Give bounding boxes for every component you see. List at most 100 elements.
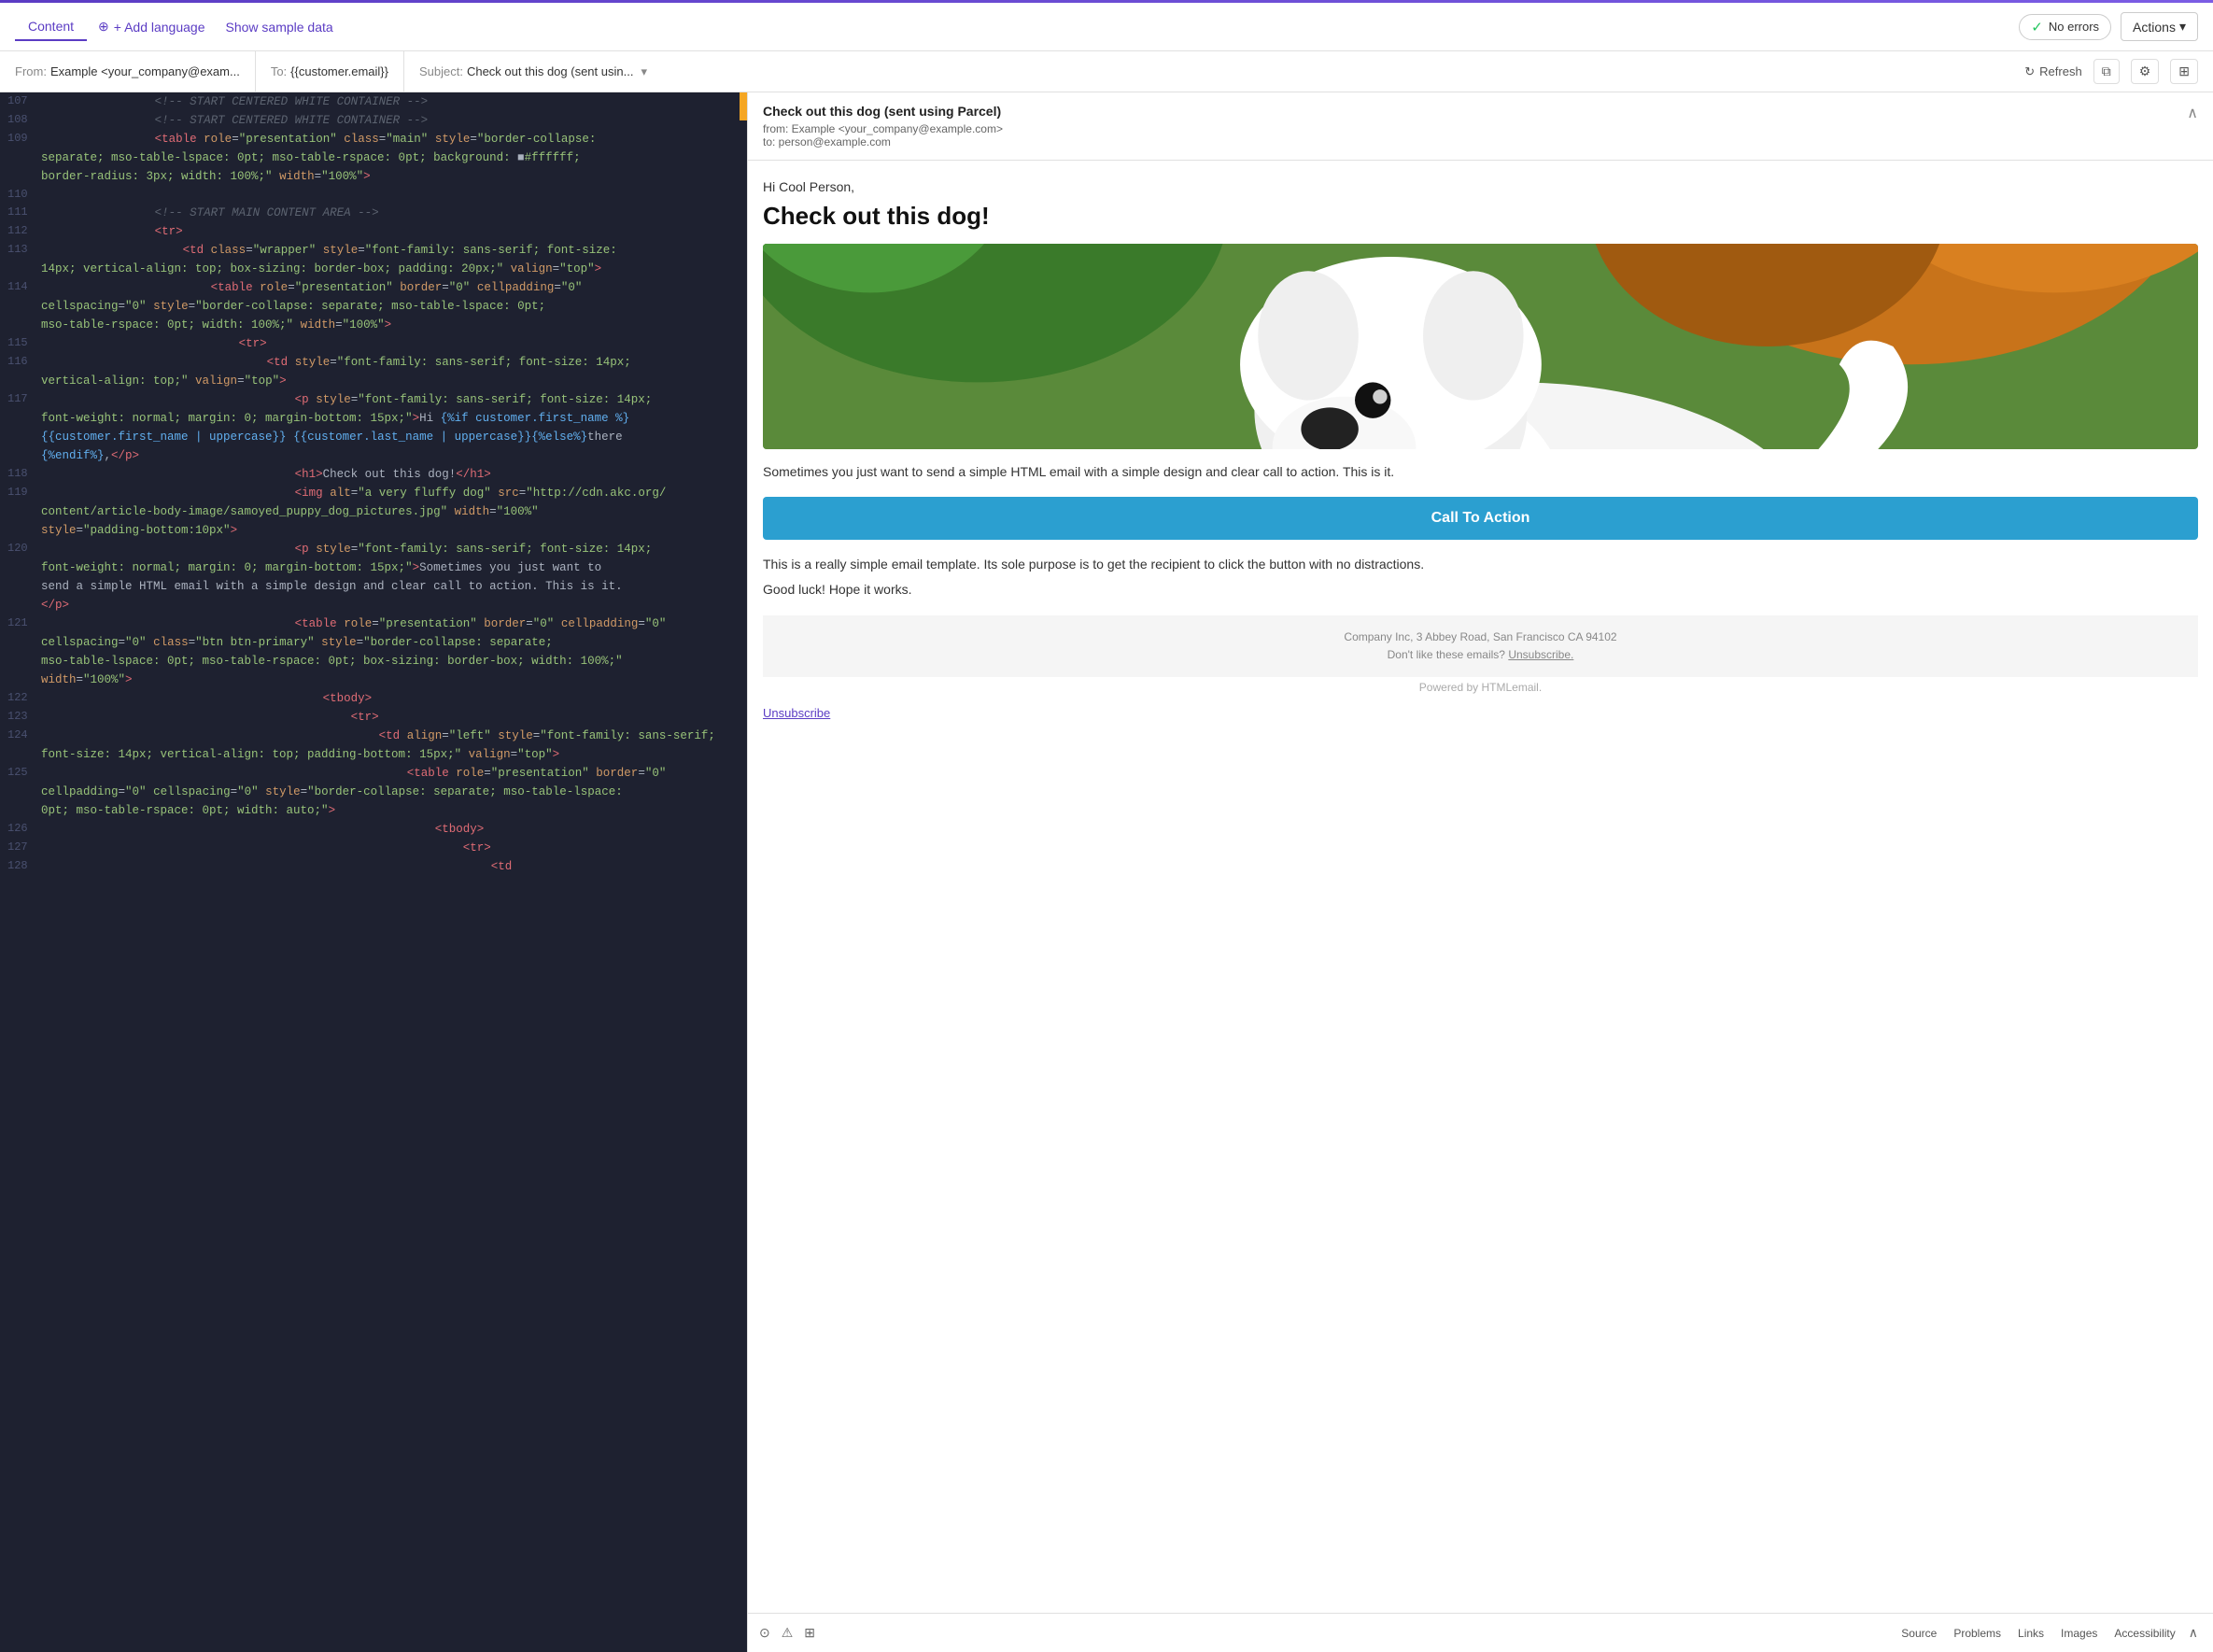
warning-icon[interactable]: ⚠ xyxy=(782,1625,794,1641)
email-meta-bar: From: Example <your_company@exam... To: … xyxy=(0,51,2213,92)
dog-image-container xyxy=(763,244,2198,449)
line-content: border-radius: 3px; width: 100%;" width=… xyxy=(41,167,740,186)
code-line: cellspacing="0" class="btn btn-primary" … xyxy=(0,633,747,652)
settings-button[interactable]: ⚙ xyxy=(2131,59,2160,84)
calendar-button[interactable]: ⊞ xyxy=(2170,59,2198,84)
line-number xyxy=(7,745,41,764)
line-content: <!-- START CENTERED WHITE CONTAINER --> xyxy=(43,92,740,111)
from-field[interactable]: From: Example <your_company@exam... xyxy=(15,51,256,92)
line-number: 123 xyxy=(7,708,43,727)
code-line: font-size: 14px; vertical-align: top; pa… xyxy=(0,745,747,764)
plus-circle-icon: ⊕ xyxy=(98,19,109,35)
line-content: mso-table-lspace: 0pt; mso-table-rspace:… xyxy=(41,652,740,671)
show-sample-data-button[interactable]: Show sample data xyxy=(217,14,343,40)
tab-content[interactable]: Content xyxy=(15,13,87,41)
preview-body: Hi Cool Person, Check out this dog! xyxy=(748,161,2213,1613)
line-content: <!-- START MAIN CONTENT AREA --> xyxy=(43,204,740,222)
email-good-luck: Good luck! Hope it works. xyxy=(763,582,2198,597)
code-line: vertical-align: top;" valign="top"> xyxy=(0,372,747,390)
line-number xyxy=(7,372,41,390)
line-number: 116 xyxy=(7,353,43,372)
line-content: <tr> xyxy=(43,708,740,727)
code-line: 0pt; mso-table-rspace: 0pt; width: auto;… xyxy=(0,801,747,820)
line-content: cellpadding="0" cellspacing="0" style="b… xyxy=(41,783,740,801)
line-number: 110 xyxy=(7,186,43,204)
line-content: content/article-body-image/samoyed_puppy… xyxy=(41,502,740,521)
preview-header: Check out this dog (sent using Parcel) f… xyxy=(748,92,2213,161)
line-content: </p> xyxy=(41,596,740,614)
powered-by: Powered by HTMLemail. xyxy=(763,681,2198,694)
to-field[interactable]: To: {{customer.email}} xyxy=(256,51,404,92)
tab-source[interactable]: Source xyxy=(1894,1621,1944,1645)
code-line: 117 <p style="font-family: sans-serif; f… xyxy=(0,390,747,409)
dog-image xyxy=(763,244,2198,449)
line-number: 121 xyxy=(7,614,43,633)
code-line: 111 <!-- START MAIN CONTENT AREA --> xyxy=(0,204,747,222)
line-content: <table role="presentation" border="0" ce… xyxy=(43,278,740,297)
unsubscribe-inline-link[interactable]: Unsubscribe. xyxy=(1508,648,1573,661)
subject-dropdown-icon[interactable]: ▾ xyxy=(641,64,647,79)
code-line: 108 <!-- START CENTERED WHITE CONTAINER … xyxy=(0,111,747,130)
preview-collapse-icon[interactable]: ∧ xyxy=(2187,104,2198,122)
code-line: 114 <table role="presentation" border="0… xyxy=(0,278,747,297)
code-line: {%endif%},</p> xyxy=(0,446,747,465)
code-line: 121 <table role="presentation" border="0… xyxy=(0,614,747,633)
dog-svg xyxy=(763,244,2198,449)
tab-links[interactable]: Links xyxy=(2010,1621,2051,1645)
refresh-button[interactable]: ↻ Refresh xyxy=(2024,64,2081,79)
add-language-button[interactable]: ⊕ + Add language xyxy=(89,13,214,40)
copy-button[interactable]: ⧉ xyxy=(2093,59,2120,84)
line-content: <tr> xyxy=(43,334,740,353)
code-line: 126 <tbody> xyxy=(0,820,747,839)
subject-field[interactable]: Subject: Check out this dog (sent usin..… xyxy=(404,51,662,92)
code-line: 115 <tr> xyxy=(0,334,747,353)
code-line: style="padding-bottom:10px"> xyxy=(0,521,747,540)
line-content: <table role="presentation" class="main" … xyxy=(43,130,740,148)
code-line: font-weight: normal; margin: 0; margin-b… xyxy=(0,558,747,577)
code-line: 124 <td align="left" style="font-family:… xyxy=(0,727,747,745)
preview-footer: ⊙ ⚠ ⊞ Source Problems Links Images Acces… xyxy=(748,1613,2213,1652)
line-number xyxy=(7,502,41,521)
code-line: mso-table-lspace: 0pt; mso-table-rspace:… xyxy=(0,652,747,671)
line-number xyxy=(7,409,41,428)
line-content: <img alt="a very fluffy dog" src="http:/… xyxy=(43,484,740,502)
line-number: 127 xyxy=(7,839,43,857)
code-line: </p> xyxy=(0,596,747,614)
line-content: style="padding-bottom:10px"> xyxy=(41,521,740,540)
grid-icon[interactable]: ⊞ xyxy=(804,1625,815,1641)
line-number xyxy=(7,577,41,596)
line-content: <!-- START CENTERED WHITE CONTAINER --> xyxy=(43,111,740,130)
line-number: 120 xyxy=(7,540,43,558)
line-content: cellspacing="0" style="border-collapse: … xyxy=(41,297,740,316)
top-navigation: Content ⊕ + Add language Show sample dat… xyxy=(0,3,2213,51)
line-content: <td class="wrapper" style="font-family: … xyxy=(43,241,740,260)
chevron-up-icon[interactable]: ∧ xyxy=(2185,1621,2202,1645)
line-number: 111 xyxy=(7,204,43,222)
check-circle-icon: ✓ xyxy=(2031,19,2043,35)
cta-button[interactable]: Call To Action xyxy=(763,497,2198,540)
tab-problems[interactable]: Problems xyxy=(1946,1621,2009,1645)
line-content: width="100%"> xyxy=(41,671,740,689)
line-number: 117 xyxy=(7,390,43,409)
line-number xyxy=(7,260,41,278)
line-content: <table role="presentation" border="0" xyxy=(43,764,740,783)
line-content: {%endif%},</p> xyxy=(41,446,740,465)
email-address-block: Company Inc, 3 Abbey Road, San Francisco… xyxy=(763,615,2198,677)
line-number: 119 xyxy=(7,484,43,502)
tab-images[interactable]: Images xyxy=(2053,1621,2105,1645)
location-icon[interactable]: ⊙ xyxy=(759,1625,770,1641)
line-number: 107 xyxy=(7,92,43,111)
code-line: 14px; vertical-align: top; box-sizing: b… xyxy=(0,260,747,278)
tab-accessibility[interactable]: Accessibility xyxy=(2107,1621,2182,1645)
unsubscribe-link[interactable]: Unsubscribe xyxy=(763,706,830,720)
preview-subject: Check out this dog (sent using Parcel) xyxy=(763,104,2187,119)
code-line: 113 <td class="wrapper" style="font-fami… xyxy=(0,241,747,260)
line-number: 128 xyxy=(7,857,43,876)
actions-button[interactable]: Actions ▾ xyxy=(2121,12,2198,41)
preview-pane: Check out this dog (sent using Parcel) f… xyxy=(747,92,2213,1652)
line-content: <tr> xyxy=(43,839,740,857)
footer-tabs: Source Problems Links Images Accessibili… xyxy=(1894,1621,2202,1645)
line-number: 113 xyxy=(7,241,43,260)
line-number xyxy=(7,783,41,801)
code-editor[interactable]: 107 <!-- START CENTERED WHITE CONTAINER … xyxy=(0,92,747,1652)
